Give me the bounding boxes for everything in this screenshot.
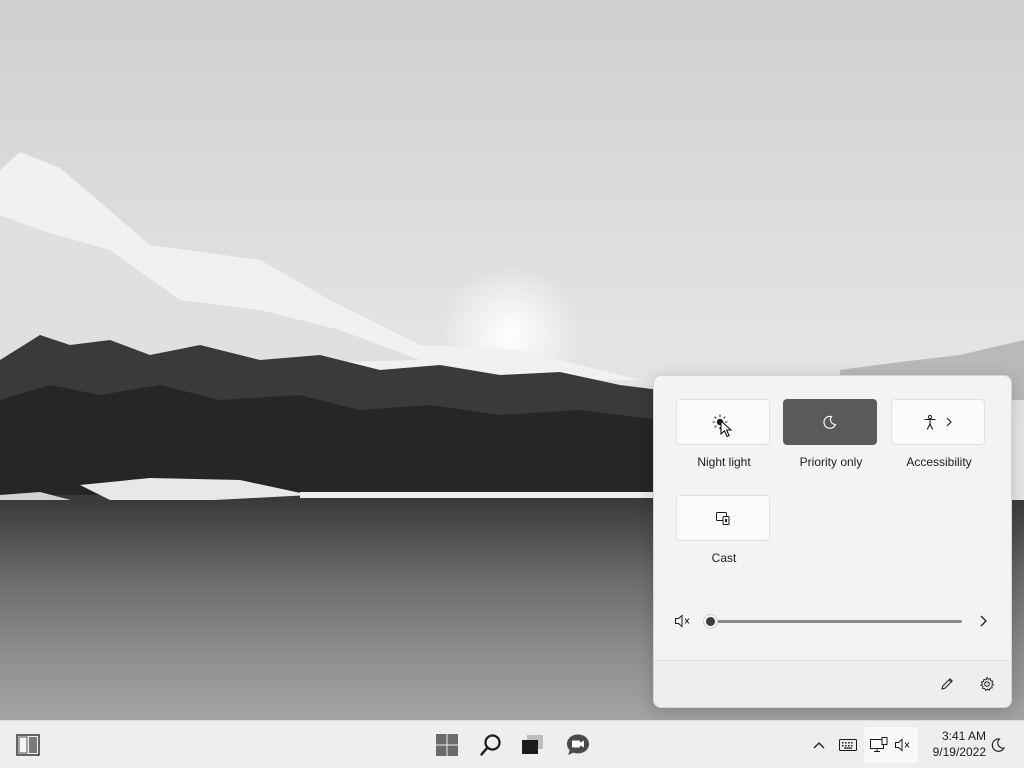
tile-priority-only[interactable]: Priority only — [783, 399, 879, 469]
pencil-icon — [941, 678, 953, 690]
chat-button[interactable] — [562, 729, 594, 761]
tile-label: Accessibility — [906, 455, 972, 469]
volume-slider-track[interactable] — [710, 620, 962, 623]
taskbar: 3:41 AM 9/19/2022 — [0, 720, 1024, 768]
focus-assist-button[interactable] — [783, 399, 877, 445]
task-view-button[interactable] — [517, 729, 549, 761]
settings-button[interactable] — [976, 673, 998, 695]
tile-label: Priority only — [799, 455, 863, 469]
clock[interactable]: 3:41 AM 9/19/2022 — [922, 728, 986, 760]
desktop: Night light Priority only Accessibility — [0, 0, 1024, 720]
accessibility-button[interactable] — [891, 399, 985, 445]
volume-muted-icon — [894, 737, 912, 758]
focus-assist-tray-button[interactable] — [984, 729, 1012, 761]
chevron-up-icon — [813, 742, 825, 749]
tile-label: Night light — [697, 455, 751, 469]
clock-time: 3:41 AM — [941, 729, 986, 743]
volume-muted-icon[interactable] — [674, 613, 692, 634]
sound-output-arrow[interactable] — [978, 613, 988, 634]
volume-slider-thumb[interactable] — [704, 615, 717, 628]
tile-label: Cast — [711, 551, 737, 565]
moon-icon — [823, 415, 837, 429]
widgets-button[interactable] — [12, 729, 44, 761]
widgets-icon — [16, 734, 40, 756]
accessibility-icon — [924, 414, 936, 430]
night-light-button[interactable] — [676, 399, 770, 445]
network-volume-group[interactable] — [864, 727, 918, 763]
edit-quick-settings-button[interactable] — [936, 673, 958, 695]
cast-icon — [716, 512, 730, 525]
moon-icon — [991, 738, 1006, 752]
tile-cast[interactable]: Cast — [676, 495, 772, 565]
search-button[interactable] — [475, 729, 507, 761]
chat-icon — [567, 734, 589, 755]
show-hidden-icons-button[interactable] — [804, 729, 834, 761]
quick-settings-panel: Night light Priority only Accessibility — [653, 375, 1012, 708]
windows-logo-icon — [436, 734, 458, 756]
clock-date: 9/19/2022 — [932, 745, 986, 759]
start-button[interactable] — [431, 729, 463, 761]
gear-icon — [980, 676, 995, 692]
mouse-cursor-icon — [720, 420, 733, 438]
cast-button[interactable] — [676, 495, 770, 541]
keyboard-icon — [839, 739, 857, 751]
task-view-icon — [522, 735, 543, 754]
tile-accessibility[interactable]: Accessibility — [891, 399, 987, 469]
touch-keyboard-button[interactable] — [833, 729, 863, 761]
tile-night-light[interactable]: Night light — [676, 399, 772, 469]
quick-settings-footer — [654, 660, 1011, 707]
search-icon — [480, 734, 501, 756]
chevron-right-icon — [946, 417, 952, 427]
network-icon — [870, 737, 888, 758]
volume-row — [674, 610, 994, 632]
